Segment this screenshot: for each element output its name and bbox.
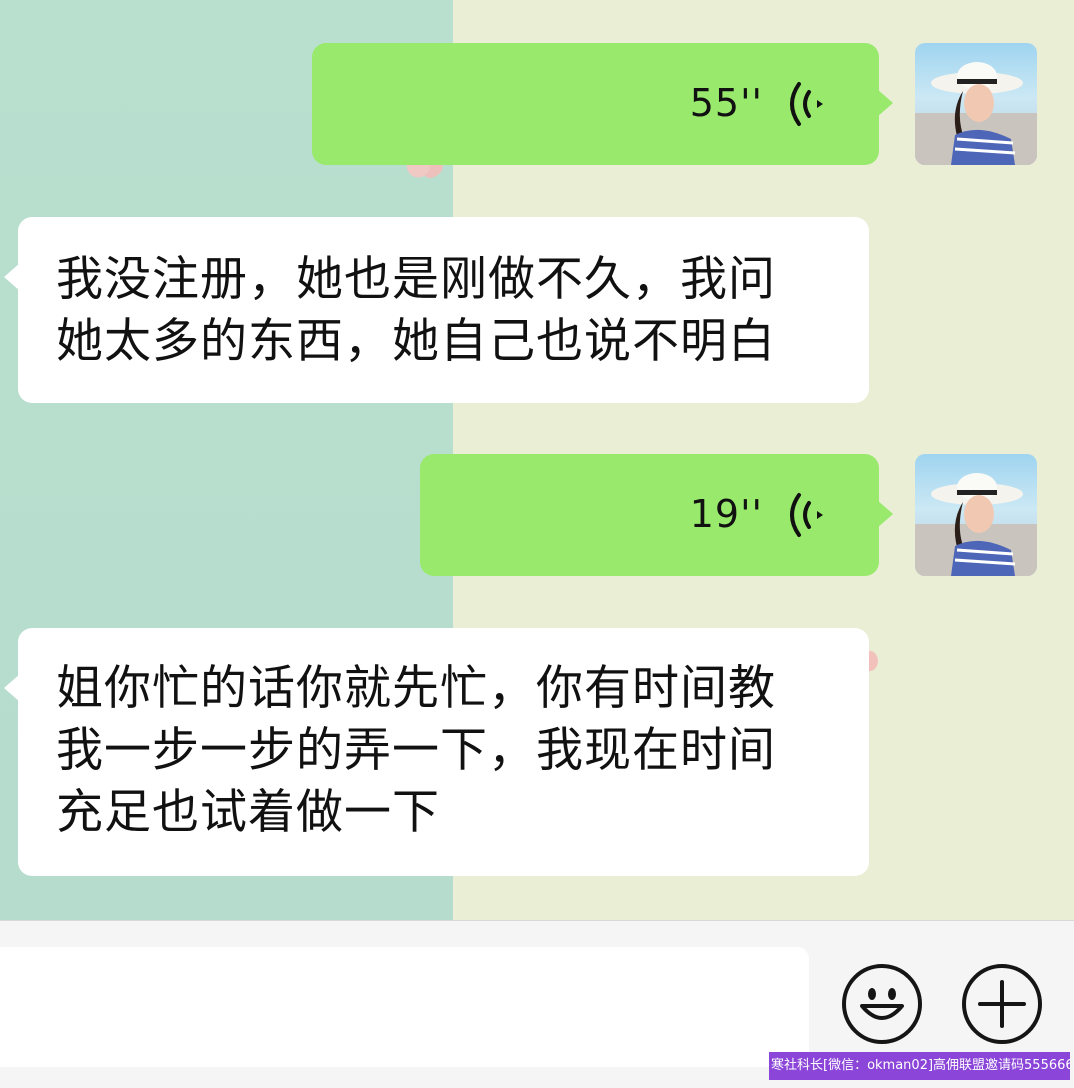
plus-icon [978, 980, 1026, 1028]
message-line: 姐你忙的话你就先忙，你有时间教 [56, 661, 776, 716]
message-line: 我一步一步的弄一下，我现在时间 [56, 723, 776, 778]
voice-wave-icon [790, 82, 823, 126]
my-avatar[interactable] [915, 43, 1037, 165]
voice-duration: 55'' [689, 81, 763, 125]
voice-message-bubble[interactable]: 19'' [420, 454, 893, 576]
watermark-banner: 寒社科长[微信：okman02]高佣联盟邀请码555666 [769, 1052, 1070, 1080]
voice-duration: 19'' [689, 492, 763, 536]
emoji-button[interactable] [842, 964, 922, 1044]
message-line: 充足也试着做一下 [56, 785, 440, 840]
message-input[interactable] [0, 947, 809, 1067]
text-message-bubble[interactable]: 我没注册，她也是刚做不久，我问 她太多的东西，她自己也说不明白 [4, 217, 869, 403]
avatar-photo [915, 62, 1037, 165]
smiley-icon [860, 988, 904, 1020]
message-text: 我没注册，她也是刚做不久，我问 她太多的东西，她自己也说不明白 [56, 249, 841, 373]
message-line: 我没注册，她也是刚做不久，我问 [56, 252, 776, 307]
avatar-photo [915, 473, 1037, 576]
voice-wave-icon [790, 493, 823, 537]
message-text: 姐你忙的话你就先忙，你有时间教 我一步一步的弄一下，我现在时间 充足也试着做一下 [56, 658, 841, 844]
voice-message-bubble[interactable]: 55'' [312, 43, 893, 165]
plus-button[interactable] [962, 964, 1042, 1044]
my-avatar[interactable] [915, 454, 1037, 576]
message-line: 她太多的东西，她自己也说不明白 [56, 314, 776, 369]
text-message-bubble[interactable]: 姐你忙的话你就先忙，你有时间教 我一步一步的弄一下，我现在时间 充足也试着做一下 [4, 628, 869, 876]
